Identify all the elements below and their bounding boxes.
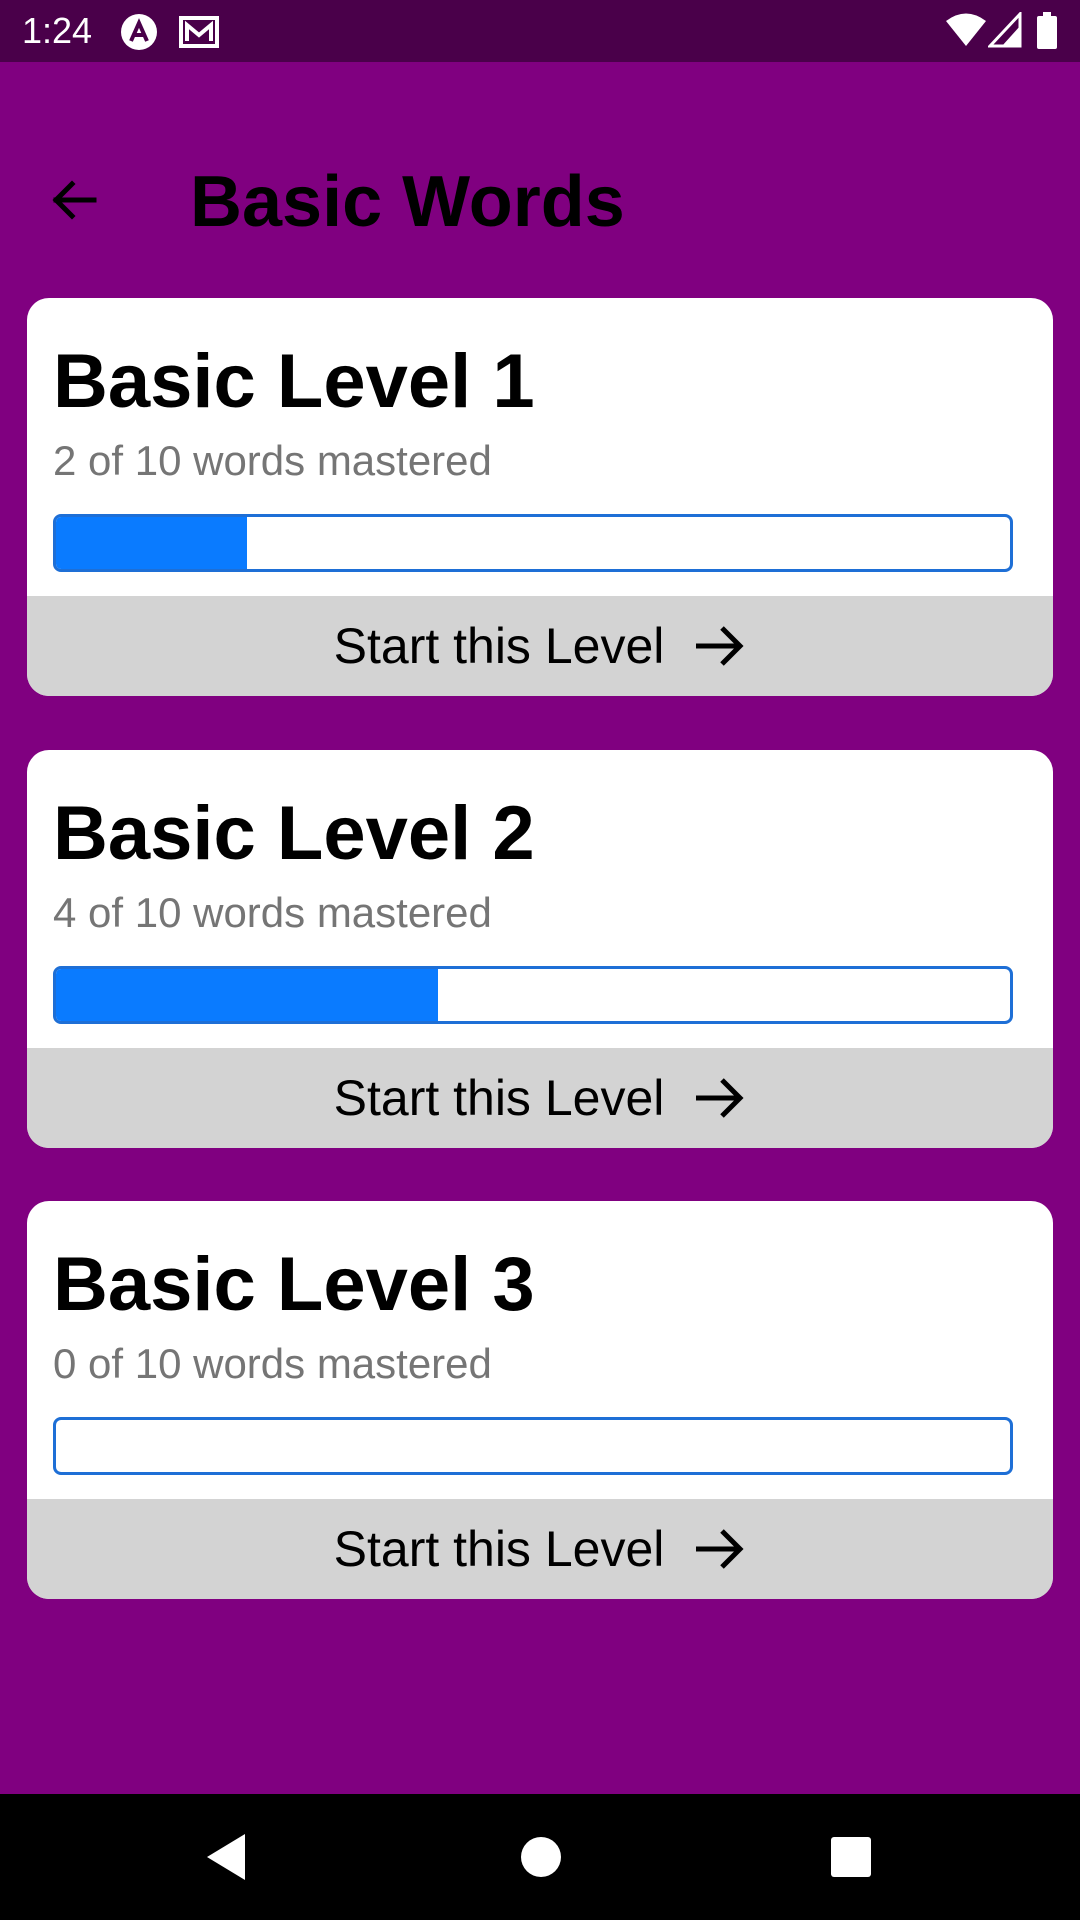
arrow-back-icon — [52, 180, 97, 220]
nav-recents-icon — [831, 1837, 871, 1877]
start-level-label: Start this Level — [333, 618, 665, 674]
level-card: Basic Level 2 4 of 10 words mastered Sta… — [27, 750, 1053, 1148]
level-title: Basic Level 3 — [53, 1242, 535, 1327]
level-progress-bar — [53, 514, 1013, 572]
start-level-button[interactable]: Start this Level — [27, 596, 1053, 696]
arrow-forward-icon — [694, 1527, 746, 1571]
system-nav-bar — [0, 1794, 1080, 1920]
battery-icon — [1036, 12, 1058, 55]
nav-back-icon — [207, 1834, 245, 1880]
arrow-forward-icon — [694, 624, 746, 668]
page-title: Basic Words — [190, 162, 625, 242]
start-level-button[interactable]: Start this Level — [27, 1499, 1053, 1599]
level-progress-bar — [53, 1417, 1013, 1475]
level-card: Basic Level 3 0 of 10 words mastered Sta… — [27, 1201, 1053, 1599]
level-title: Basic Level 1 — [53, 339, 535, 424]
back-button[interactable] — [38, 164, 110, 236]
level-progress-text: 4 of 10 words mastered — [53, 889, 492, 936]
status-bar: 1:24 — [0, 0, 1080, 62]
level-progress-text: 0 of 10 words mastered — [53, 1340, 492, 1387]
level-progress-text: 2 of 10 words mastered — [53, 437, 492, 484]
nav-back-button[interactable] — [194, 1824, 260, 1890]
nav-home-button[interactable] — [508, 1824, 574, 1890]
level-progress-bar — [53, 966, 1013, 1024]
app-notification-icon — [120, 13, 158, 51]
wifi-icon — [945, 12, 987, 53]
start-level-label: Start this Level — [333, 1070, 665, 1126]
status-time: 1:24 — [22, 10, 93, 51]
progress-fill — [56, 517, 247, 569]
start-level-button[interactable]: Start this Level — [27, 1048, 1053, 1148]
cell-signal-icon — [986, 10, 1022, 53]
level-title: Basic Level 2 — [53, 791, 535, 876]
progress-fill — [56, 969, 438, 1021]
level-card: Basic Level 1 2 of 10 words mastered Sta… — [27, 298, 1053, 696]
nav-recents-button[interactable] — [818, 1824, 884, 1890]
nav-home-icon — [521, 1837, 561, 1877]
mail-icon — [178, 13, 220, 51]
start-level-label: Start this Level — [333, 1521, 665, 1577]
arrow-forward-icon — [694, 1076, 746, 1120]
